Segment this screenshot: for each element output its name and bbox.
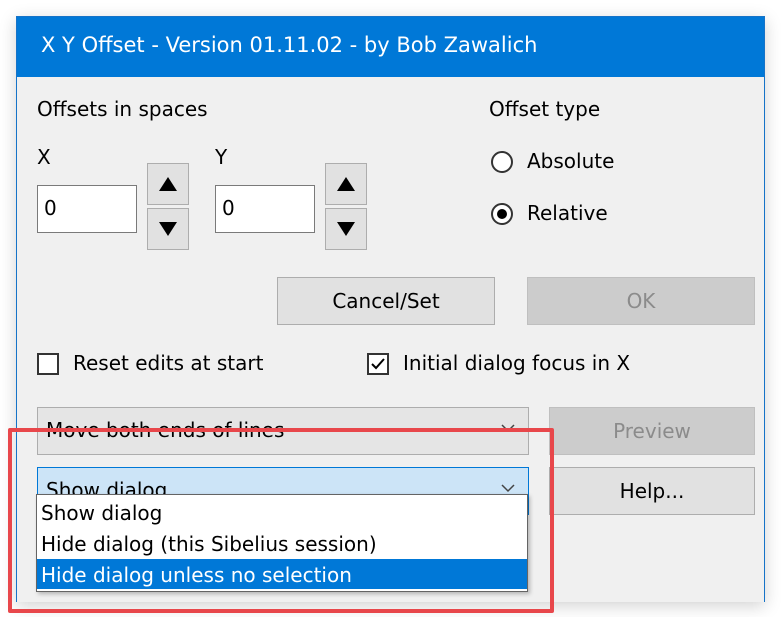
- x-offset-input[interactable]: 0: [37, 185, 137, 233]
- annotation-highlight-box: [8, 428, 554, 613]
- reset-edits-label[interactable]: Reset edits at start: [73, 351, 263, 375]
- offsets-section-label: Offsets in spaces: [37, 97, 208, 121]
- arrow-up-icon: [337, 177, 355, 191]
- x-increment-button[interactable]: [147, 163, 189, 205]
- initial-focus-label[interactable]: Initial dialog focus in X: [403, 351, 630, 375]
- y-decrement-button[interactable]: [325, 208, 367, 250]
- y-increment-button[interactable]: [325, 163, 367, 205]
- x-label: X: [37, 145, 51, 169]
- preview-button[interactable]: Preview: [549, 407, 755, 455]
- radio-absolute-label[interactable]: Absolute: [527, 149, 614, 173]
- arrow-down-icon: [337, 222, 355, 236]
- help-button[interactable]: Help...: [549, 467, 755, 515]
- arrow-up-icon: [159, 177, 177, 191]
- y-offset-input[interactable]: 0: [215, 185, 315, 233]
- y-label: Y: [215, 145, 228, 169]
- window-title: X Y Offset - Version 01.11.02 - by Bob Z…: [41, 33, 538, 57]
- offset-type-label: Offset type: [489, 97, 601, 121]
- radio-relative[interactable]: [491, 203, 513, 225]
- radio-relative-label[interactable]: Relative: [527, 201, 608, 225]
- x-decrement-button[interactable]: [147, 208, 189, 250]
- reset-edits-checkbox[interactable]: [37, 353, 59, 375]
- arrow-down-icon: [159, 222, 177, 236]
- initial-focus-checkbox[interactable]: [367, 353, 389, 375]
- ok-button[interactable]: OK: [527, 277, 755, 325]
- cancel-set-button[interactable]: Cancel/Set: [277, 277, 495, 325]
- checkmark-icon: [371, 358, 385, 370]
- radio-absolute[interactable]: [491, 151, 513, 173]
- title-bar[interactable]: X Y Offset - Version 01.11.02 - by Bob Z…: [17, 17, 764, 77]
